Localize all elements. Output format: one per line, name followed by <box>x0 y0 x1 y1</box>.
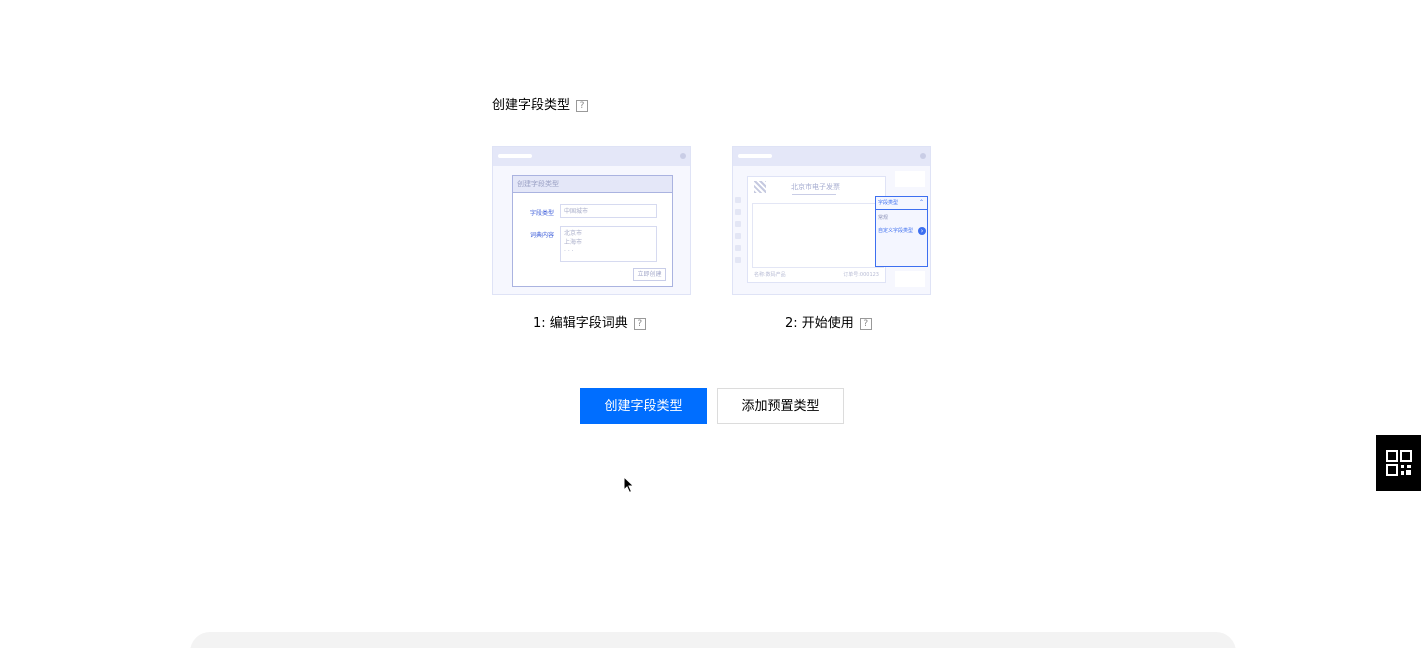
cursor-icon <box>623 476 635 494</box>
help-icon[interactable]: ? <box>633 318 646 330</box>
mock-side-dot <box>735 197 741 203</box>
mock-create-button: 立即创建 <box>633 268 666 281</box>
mock-window-bar <box>493 147 690 166</box>
mock-invoice-body <box>752 203 884 268</box>
qrcode-icon <box>1385 450 1412 476</box>
mock-dict-label: 词典内容 <box>530 232 555 239</box>
mock-dialog-title: 创建字段类型 <box>513 176 672 193</box>
qrcode-float-button[interactable] <box>1376 435 1421 491</box>
step-1-illustration: 创建字段类型 字段类型 中国城市 词典内容 北京市 上海市 · · · 立即创建 <box>492 146 691 295</box>
section-title-text: 创建字段类型 <box>492 98 571 113</box>
step-2-illustration: 北京市电子发票 名称:数码产品 订单号:000123 字段类型 常规 自定义字段… <box>732 146 931 295</box>
mock-window-bar <box>733 147 930 166</box>
mock-invoice-footer-left: 名称:数码产品 <box>754 272 786 278</box>
mock-create-dialog: 创建字段类型 字段类型 中国城市 词典内容 北京市 上海市 · · · 立即创建 <box>512 175 673 287</box>
help-icon[interactable]: ? <box>859 318 872 330</box>
help-icon[interactable]: ? <box>576 100 589 112</box>
mock-side-dot <box>735 245 741 251</box>
step-1-caption: 1: 编辑字段词典 ? <box>533 315 646 333</box>
create-field-type-button[interactable]: 创建字段类型 <box>580 388 707 424</box>
bottom-panel <box>190 632 1236 648</box>
page: 创建字段类型 ? 创建字段类型 字段类型 中国城市 词典内容 北京市 上海市 ·… <box>0 0 1421 648</box>
mock-dict-item: 北京市 <box>564 230 583 237</box>
step-2-caption: 2: 开始使用 ? <box>785 315 872 333</box>
mock-side-panel <box>895 171 925 187</box>
mock-invoice-title: 北京市电子发票 <box>791 183 840 191</box>
mock-dict-textarea: 北京市 上海市 · · · <box>560 226 657 262</box>
mock-dropdown-option: 常规 <box>878 215 889 221</box>
mock-side-dot <box>735 233 741 239</box>
mock-invoice: 北京市电子发票 名称:数码产品 订单号:000123 <box>747 176 886 283</box>
mock-dropdown-option-active: 自定义字段类型 <box>876 226 927 236</box>
mock-side-dot <box>735 209 741 215</box>
step-1-label: 1: 编辑字段词典 <box>533 316 628 331</box>
mock-sidebar <box>735 197 741 269</box>
mock-invoice-footer-right: 订单号:000123 <box>843 272 879 278</box>
mock-invoice-divider <box>792 194 836 195</box>
mock-invoice-qr-icon <box>754 181 766 193</box>
mock-side-panel <box>895 271 925 287</box>
section-title: 创建字段类型 ? <box>492 97 589 115</box>
mock-bar-dot <box>920 153 926 159</box>
mock-bar-pill <box>498 154 532 158</box>
mock-side-dot <box>735 257 741 263</box>
mock-side-dot <box>735 221 741 227</box>
mock-dict-item: · · · <box>564 248 574 255</box>
mock-field-type-dropdown: 字段类型 常规 自定义字段类型 <box>875 196 928 267</box>
mock-field-type-label: 字段类型 <box>530 210 555 217</box>
mock-field-type-input: 中国城市 <box>560 204 657 218</box>
add-preset-type-button[interactable]: 添加预置类型 <box>717 388 844 424</box>
mock-dropdown-head: 字段类型 <box>876 197 927 210</box>
mock-field-type-value: 中国城市 <box>564 208 589 215</box>
mock-dict-item: 上海市 <box>564 239 583 246</box>
step-2-label: 2: 开始使用 <box>785 316 854 331</box>
mock-bar-dot <box>680 153 686 159</box>
mock-bar-pill <box>738 154 772 158</box>
